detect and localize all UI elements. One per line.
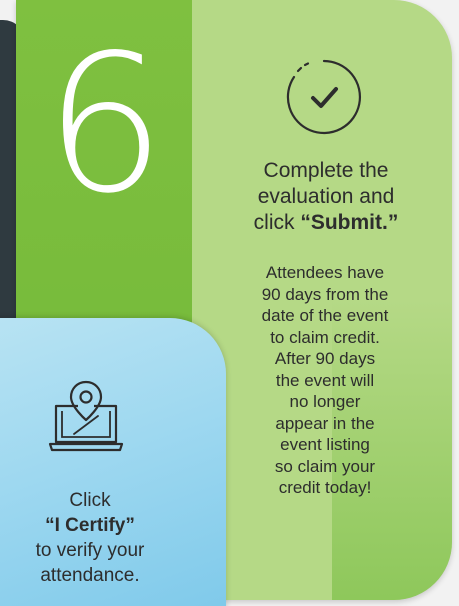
step-heading: Complete the evaluation and click “Submi… xyxy=(222,158,430,236)
description-line: date of the event xyxy=(261,306,389,325)
laptop-location-pin-icon xyxy=(48,380,124,452)
description-line: the event will xyxy=(275,370,375,390)
certify-instructions: Click “I Certify” to verify your attenda… xyxy=(0,488,180,588)
certify-button-label: “I Certify” xyxy=(45,515,135,536)
heading-submit-text: “Submit.” xyxy=(300,211,399,234)
step-graphic: 6 Complete the evaluation and click “Sub… xyxy=(0,0,459,606)
description-line: appear in the xyxy=(275,413,375,433)
description-line: 90 days from the xyxy=(261,284,389,304)
check-circle-icon xyxy=(286,59,361,135)
step-description: Attendees have 90 days from the date of … xyxy=(232,262,418,499)
certify-line-2: “I Certify” xyxy=(0,513,180,538)
heading-line-1: Complete the xyxy=(263,159,389,182)
certify-line-3: to verify your xyxy=(35,540,145,561)
description-line: to claim credit. xyxy=(270,327,380,347)
description-line: Attendees have xyxy=(265,263,385,282)
certify-line-1: Click xyxy=(69,490,111,511)
step-number: 6 xyxy=(44,14,166,235)
description-line: After 90 days xyxy=(274,349,376,368)
description-line: no longer xyxy=(289,392,361,411)
description-line: event listing xyxy=(280,435,370,454)
description-line: so claim your xyxy=(274,456,376,476)
description-line: credit today! xyxy=(278,478,372,497)
certify-line-4: attendance. xyxy=(40,565,140,586)
heading-line-3: click “Submit.” xyxy=(222,210,430,236)
heading-click-text: click xyxy=(253,211,301,234)
heading-line-2: evaluation and xyxy=(257,185,395,208)
